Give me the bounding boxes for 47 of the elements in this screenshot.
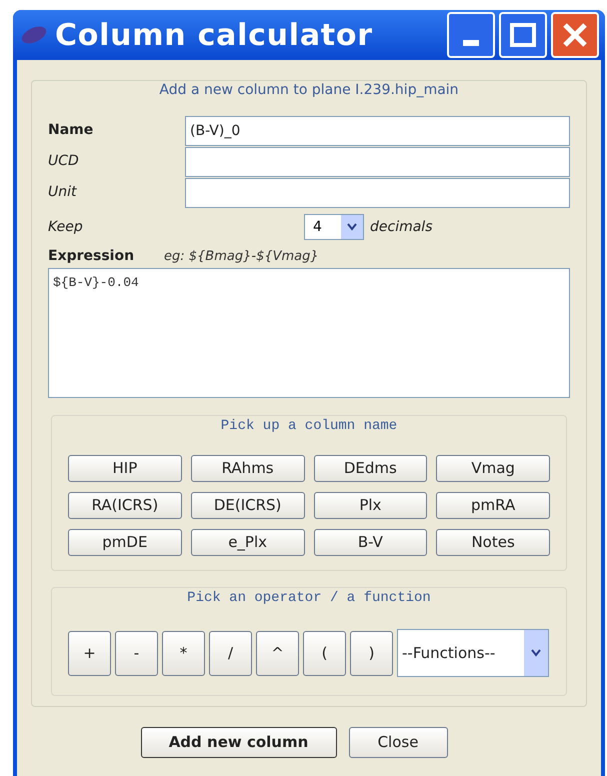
column-button[interactable]: pmDE <box>68 529 182 556</box>
column-button[interactable]: RAhms <box>190 455 304 482</box>
expression-label: Expression <box>48 247 136 266</box>
group-title: Add a new column to plane I.239.hip_main <box>158 81 460 100</box>
dropdown-icon <box>347 223 357 231</box>
dropdown-icon <box>531 649 541 657</box>
close-button[interactable] <box>551 12 599 58</box>
functions-select[interactable]: --Functions-- <box>397 629 549 677</box>
column-button[interactable]: B-V <box>314 529 428 556</box>
operator-button[interactable]: ) <box>350 630 393 676</box>
field-label: Name <box>48 121 94 140</box>
operator-button[interactable]: - <box>115 630 158 676</box>
maximize-icon <box>510 23 536 47</box>
expression-field[interactable]: ${B-V}-0.04 <box>48 268 570 398</box>
decimals-label: decimals <box>370 218 432 236</box>
column-button[interactable]: DE(ICRS) <box>190 492 304 519</box>
operator-button[interactable]: + <box>68 630 111 676</box>
operator-button[interactable]: * <box>162 630 205 676</box>
decimals-select[interactable]: 4 <box>304 214 364 240</box>
column-group-title: Pick up a column name <box>220 417 398 436</box>
column-button[interactable]: Notes <box>436 529 550 556</box>
column-button[interactable]: Vmag <box>436 455 550 482</box>
column-button[interactable]: pmRA <box>436 492 550 519</box>
field-label: UCD <box>48 152 80 171</box>
operator-button[interactable]: ^ <box>256 630 299 676</box>
column-button[interactable]: HIP <box>68 455 182 482</box>
action-button[interactable]: Close <box>348 727 448 758</box>
column-button[interactable]: DEdms <box>314 455 428 482</box>
text-field[interactable] <box>185 178 570 208</box>
window-title: Column calculator <box>55 16 373 54</box>
column-button[interactable]: RA(ICRS) <box>68 492 182 519</box>
operator-group-title: Pick an operator / a function <box>186 589 432 608</box>
close-icon <box>562 22 588 48</box>
keep-label: Keep <box>48 218 84 236</box>
column-button[interactable]: Plx <box>314 492 428 519</box>
operator-button[interactable]: / <box>209 630 252 676</box>
maximize-button[interactable] <box>499 12 547 58</box>
text-field[interactable] <box>185 146 570 176</box>
minimize-button[interactable] <box>447 12 495 58</box>
column-button[interactable]: e_Plx <box>190 529 304 556</box>
operator-button[interactable]: ( <box>303 630 346 676</box>
app-icon <box>19 24 49 46</box>
expression-hint: eg: ${Bmag}-${Vmag} <box>164 248 319 266</box>
minimize-icon <box>463 40 479 46</box>
action-button[interactable]: Add new column <box>140 727 336 758</box>
field-label: Unit <box>48 183 78 202</box>
text-field[interactable]: (B-V)_0 <box>185 116 570 146</box>
